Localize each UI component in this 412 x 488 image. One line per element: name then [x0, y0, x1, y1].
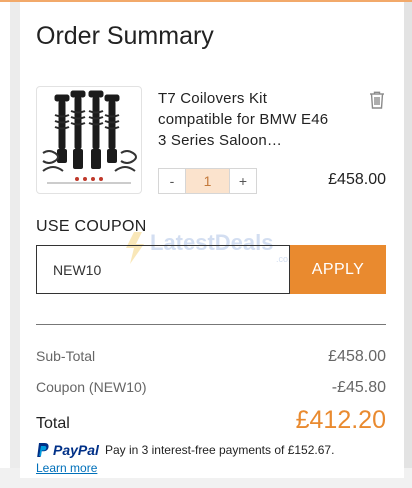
total-row: Total £412.20 [36, 406, 386, 435]
paypal-pay-in-3-text: Pay in 3 interest-free payments of £152.… [104, 443, 335, 457]
coupon-code-input[interactable]: NEW10 [36, 245, 290, 294]
total-label: Total [36, 415, 70, 432]
qty-decrease-button[interactable]: - [159, 169, 185, 193]
order-summary-card: Order Summary T7 Coilovers Kit compatibl… [20, 2, 404, 478]
quantity-stepper: - 1 + [158, 168, 257, 194]
page-title: Order Summary [36, 22, 214, 50]
product-image[interactable] [36, 86, 142, 194]
trash-icon[interactable] [368, 90, 386, 110]
subtotal-label: Sub-Total [36, 348, 96, 364]
coupon-discount-label: Coupon (NEW10) [36, 379, 147, 395]
right-scroll-strip [404, 2, 412, 468]
paypal-brand: PayPal [53, 442, 99, 458]
total-value: £412.20 [295, 406, 386, 434]
left-panel-edge [0, 2, 10, 468]
subtotal-row: Sub-Total £458.00 [36, 348, 386, 366]
paypal-learn-more-link[interactable]: Learn more [36, 461, 97, 475]
product-name[interactable]: T7 Coilovers Kit compatible for BMW E46 … [158, 88, 338, 151]
quantity-input[interactable]: 1 [185, 169, 230, 193]
qty-increase-button[interactable]: + [230, 169, 256, 193]
paypal-message: PayPal Pay in 3 interest-free payments o… [36, 442, 334, 458]
paypal-brand-text: PayPal [53, 442, 99, 458]
coupon-discount-row: Coupon (NEW10) -£45.80 [36, 379, 386, 397]
item-price: £458.00 [328, 171, 386, 188]
totals-divider [36, 324, 386, 325]
apply-coupon-button[interactable]: APPLY [290, 245, 386, 294]
paypal-logo-icon [37, 443, 49, 457]
coupon-discount-value: -£45.80 [331, 379, 386, 396]
coupon-label: USE COUPON [36, 218, 147, 235]
subtotal-value: £458.00 [328, 348, 386, 365]
